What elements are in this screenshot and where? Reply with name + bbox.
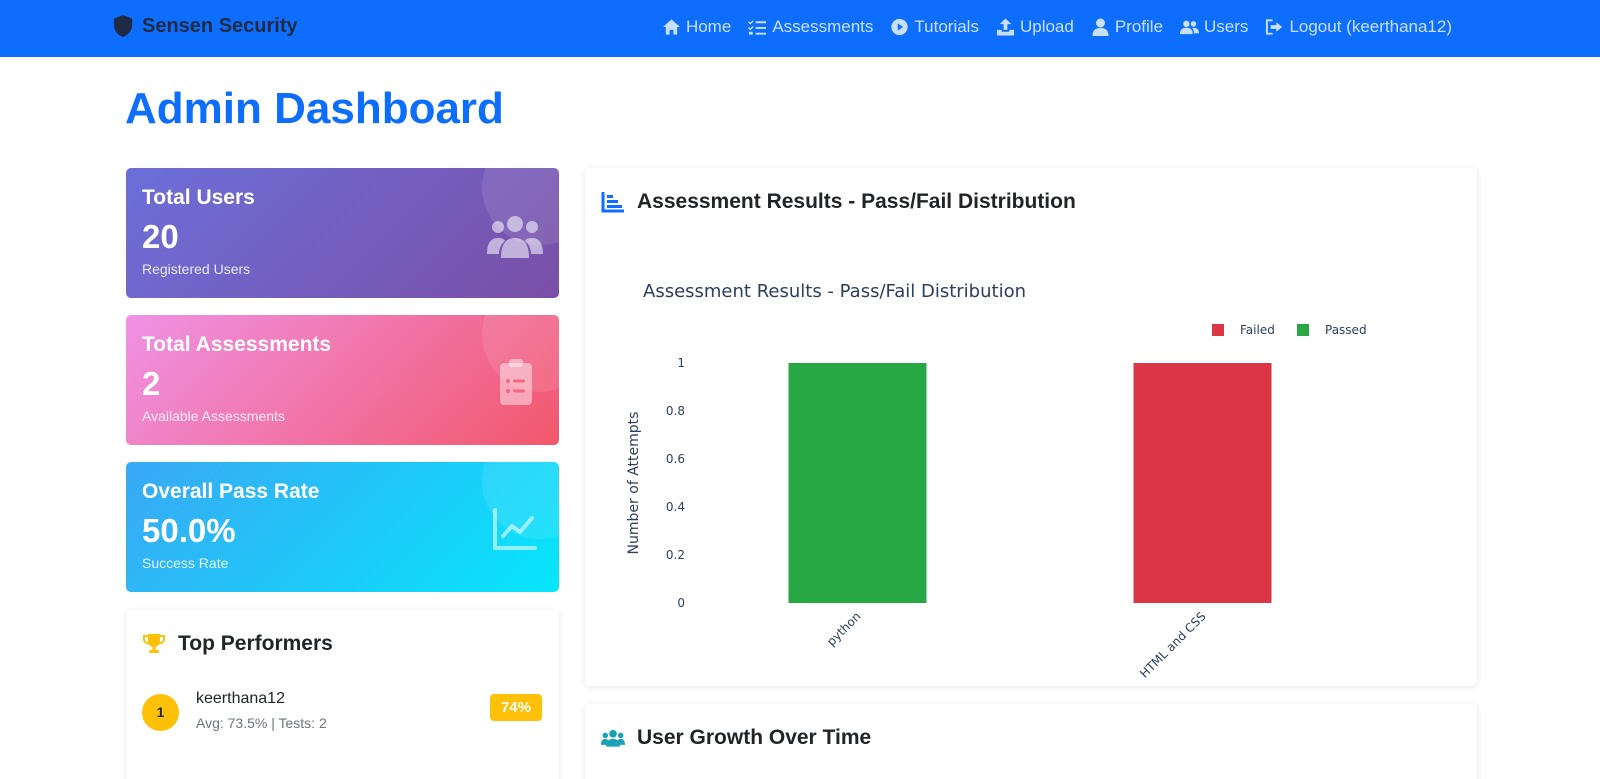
y-tick-label: 0.2 [666,548,685,562]
y-axis-label: Number of Attempts [626,412,642,555]
user-growth-panel: User Growth Over Time [585,704,1477,779]
nav-profile[interactable]: Profile [1091,17,1163,37]
clipboard-list-icon [500,359,532,405]
nav-profile-label: Profile [1114,17,1164,36]
logout-icon [1266,19,1283,35]
total-assessments-value: 2 [142,365,161,402]
total-assessments-card: Total Assessments 2 Available Assessment… [126,315,559,445]
brand-name: Sensen Security [142,14,298,37]
assessment-results-panel: Assessment Results - Pass/Fail Distribut… [585,168,1477,686]
nav-upload[interactable]: Upload [996,17,1074,37]
legend-swatch-passed [1297,324,1309,336]
nav-home-label: Home [685,17,732,36]
top-performers-header: Top Performers [142,632,333,656]
nav-links: Home Assessments Tutorials Upload Profil… [662,17,1452,37]
nav-users[interactable]: Users [1180,17,1248,37]
y-tick-label: 0.8 [666,404,685,418]
performer-row[interactable]: 1 keerthana12 Avg: 73.5% | Tests: 2 74% [142,690,542,740]
bar-failed-html-and-css [1133,363,1272,603]
pass-rate-card: Overall Pass Rate 50.0% Success Rate [126,462,559,592]
y-tick-label: 0 [677,596,685,610]
nav-upload-label: Upload [1019,17,1074,36]
user-icon [1092,18,1109,36]
x-tick-label: python [824,609,864,649]
navbar: Sensen Security Home Assessments Tutoria… [0,0,1600,57]
y-tick-label: 0.6 [666,452,685,466]
pass-fail-chart: Assessment Results - Pass/Fail Distribut… [626,281,1367,681]
users-icon [1180,20,1200,35]
top-performers-panel: Top Performers 1 keerthana12 Avg: 73.5% … [126,610,559,779]
chart-title: Assessment Results - Pass/Fail Distribut… [643,281,1026,302]
pass-rate-title: Overall Pass Rate [142,480,320,503]
user-growth-title: User Growth Over Time [637,726,872,749]
pass-rate-subtitle: Success Rate [142,555,229,571]
nav-tutorials[interactable]: Tutorials [890,17,979,37]
user-growth-header: User Growth Over Time [601,726,871,750]
nav-users-label: Users [1204,17,1249,36]
y-tick-label: 1 [677,356,685,370]
users-icon [487,216,543,258]
x-tick-label: HTML and CSS [1137,609,1209,681]
page-title: Admin Dashboard [125,84,504,133]
nav-home[interactable]: Home [662,17,731,37]
performer-score-badge: 74% [489,694,542,721]
play-circle-icon [891,18,909,36]
nav-tutorials-label: Tutorials [914,17,979,36]
total-assessments-subtitle: Available Assessments [142,408,285,424]
nav-assessments[interactable]: Assessments [748,17,873,37]
rank-badge: 1 [142,694,179,731]
legend-label-passed: Passed [1325,323,1367,337]
total-assessments-title: Total Assessments [142,333,332,356]
top-performers-title: Top Performers [178,632,333,655]
total-users-card: Total Users 20 Registered Users [126,168,559,298]
nav-assessments-label: Assessments [772,17,874,36]
performer-meta: Avg: 73.5% | Tests: 2 [196,715,327,731]
brand[interactable]: Sensen Security [112,14,298,38]
total-users-title: Total Users [142,186,255,209]
total-users-subtitle: Registered Users [142,261,251,277]
bar-passed-python [788,363,927,603]
nav-logout-label: Logout (keerthana12) [1289,17,1452,36]
shield-icon [113,15,133,37]
y-tick-label: 0.4 [666,500,685,514]
pass-rate-value: 50.0% [142,512,236,549]
chart-line-icon [493,508,537,550]
performer-name: keerthana12 [196,690,285,707]
legend-swatch-failed [1212,324,1224,336]
total-users-value: 20 [142,218,179,255]
home-icon [662,19,681,35]
nav-logout[interactable]: Logout (keerthana12) [1265,17,1452,37]
legend-label-failed: Failed [1240,323,1275,337]
users-icon [601,729,625,747]
list-check-icon [748,20,767,35]
upload-icon [996,18,1015,36]
trophy-icon [143,634,165,653]
